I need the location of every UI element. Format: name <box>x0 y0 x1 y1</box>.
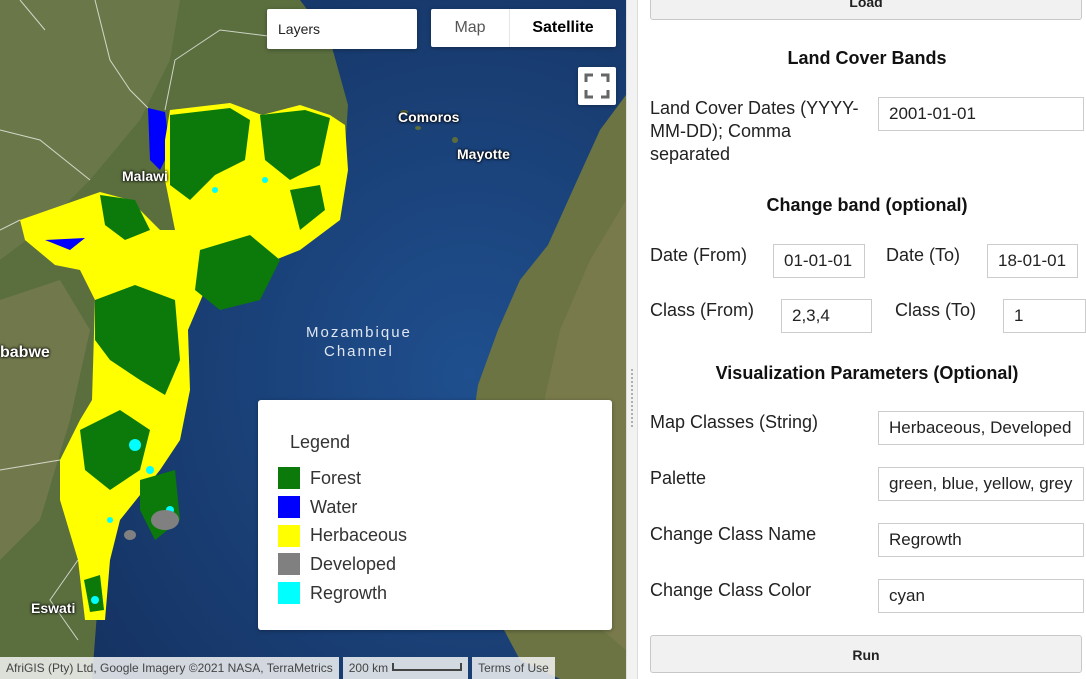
date-to-label: Date (To) <box>886 245 961 265</box>
label-malawi: Malawi <box>122 168 168 184</box>
change-class-name-label: Change Class Name <box>650 524 817 544</box>
panel-splitter[interactable] <box>626 0 638 679</box>
legend-panel: Legend Forest Water Herbaceous Developed… <box>258 400 612 630</box>
label-mayotte: Mayotte <box>457 146 510 162</box>
fullscreen-icon <box>584 73 610 99</box>
map-attribution-bar: AfriGIS (Pty) Ltd, Google Imagery ©2021 … <box>0 657 626 679</box>
map-type-satellite-button[interactable]: Satellite <box>509 9 616 47</box>
map-view[interactable]: Comoros Mayotte Malawi babwe Eswati Moza… <box>0 0 626 679</box>
land-cover-dates-input[interactable] <box>878 97 1084 131</box>
map-type-control: Map Satellite <box>431 9 616 47</box>
scale-control[interactable]: 200 km <box>342 657 469 679</box>
splitter-grip-icon <box>630 368 634 428</box>
class-to-label: Class (To) <box>895 300 977 320</box>
label-mozambique-channel: Mozambique Channel <box>306 323 412 361</box>
settings-panel: Load Land Cover Bands Land Cover Dates (… <box>638 0 1086 679</box>
land-cover-dates-label: Land Cover Dates (YYYY-MM-DD); Comma sep… <box>650 98 859 164</box>
class-from-input[interactable] <box>781 299 872 333</box>
legend-label-regrowth: Regrowth <box>310 582 388 603</box>
change-band-title: Change band (optional) <box>766 195 968 215</box>
layers-dropdown[interactable]: Layers <box>267 9 417 49</box>
legend-swatch-forest <box>278 467 300 490</box>
legend-label-herbaceous: Herbaceous <box>310 525 408 546</box>
legend-swatch-developed <box>278 553 300 576</box>
label-eswatini: Eswati <box>31 600 76 616</box>
legend-label-water: Water <box>310 496 358 517</box>
label-channel-line2: Channel <box>324 343 394 360</box>
class-to-input[interactable] <box>1003 299 1086 333</box>
legend-label-developed: Developed <box>310 553 397 574</box>
class-from-label: Class (From) <box>650 300 754 320</box>
legend-item-water: Water <box>278 493 612 522</box>
change-class-color-input[interactable] <box>878 579 1084 613</box>
scale-label: 200 km <box>348 661 389 675</box>
visualization-parameters-title: Visualization Parameters (Optional) <box>715 363 1019 383</box>
fullscreen-button[interactable] <box>578 67 616 105</box>
legend-title: Legend <box>290 432 351 452</box>
terms-of-use-link[interactable]: Terms of Use <box>472 657 555 679</box>
label-comoros: Comoros <box>398 109 460 125</box>
palette-input[interactable] <box>878 467 1084 501</box>
legend-label-forest: Forest <box>310 467 362 488</box>
load-button[interactable]: Load <box>650 0 1082 20</box>
legend-item-forest: Forest <box>278 464 612 493</box>
legend-item-regrowth: Regrowth <box>278 579 612 608</box>
attribution-text: AfriGIS (Pty) Ltd, Google Imagery ©2021 … <box>0 657 339 679</box>
label-channel-line1: Mozambique <box>306 324 412 341</box>
change-class-name-input[interactable] <box>878 523 1084 557</box>
legend-swatch-herbaceous <box>278 524 300 547</box>
legend-swatch-water <box>278 496 300 519</box>
palette-label: Palette <box>650 468 707 488</box>
date-to-input[interactable] <box>987 244 1078 278</box>
date-from-label: Date (From) <box>650 245 748 265</box>
date-from-input[interactable] <box>773 244 865 278</box>
land-cover-bands-title: Land Cover Bands <box>787 48 947 68</box>
map-classes-input[interactable] <box>878 411 1084 445</box>
change-class-color-label: Change Class Color <box>650 580 812 600</box>
scale-bar <box>392 663 463 672</box>
legend-swatch-regrowth <box>278 582 300 605</box>
legend-item-herbaceous: Herbaceous <box>278 521 612 550</box>
legend-item-developed: Developed <box>278 550 612 579</box>
map-type-map-button[interactable]: Map <box>431 9 509 47</box>
map-classes-label: Map Classes (String) <box>650 412 819 432</box>
run-button[interactable]: Run <box>650 635 1082 673</box>
label-zimbabwe: babwe <box>0 344 50 361</box>
